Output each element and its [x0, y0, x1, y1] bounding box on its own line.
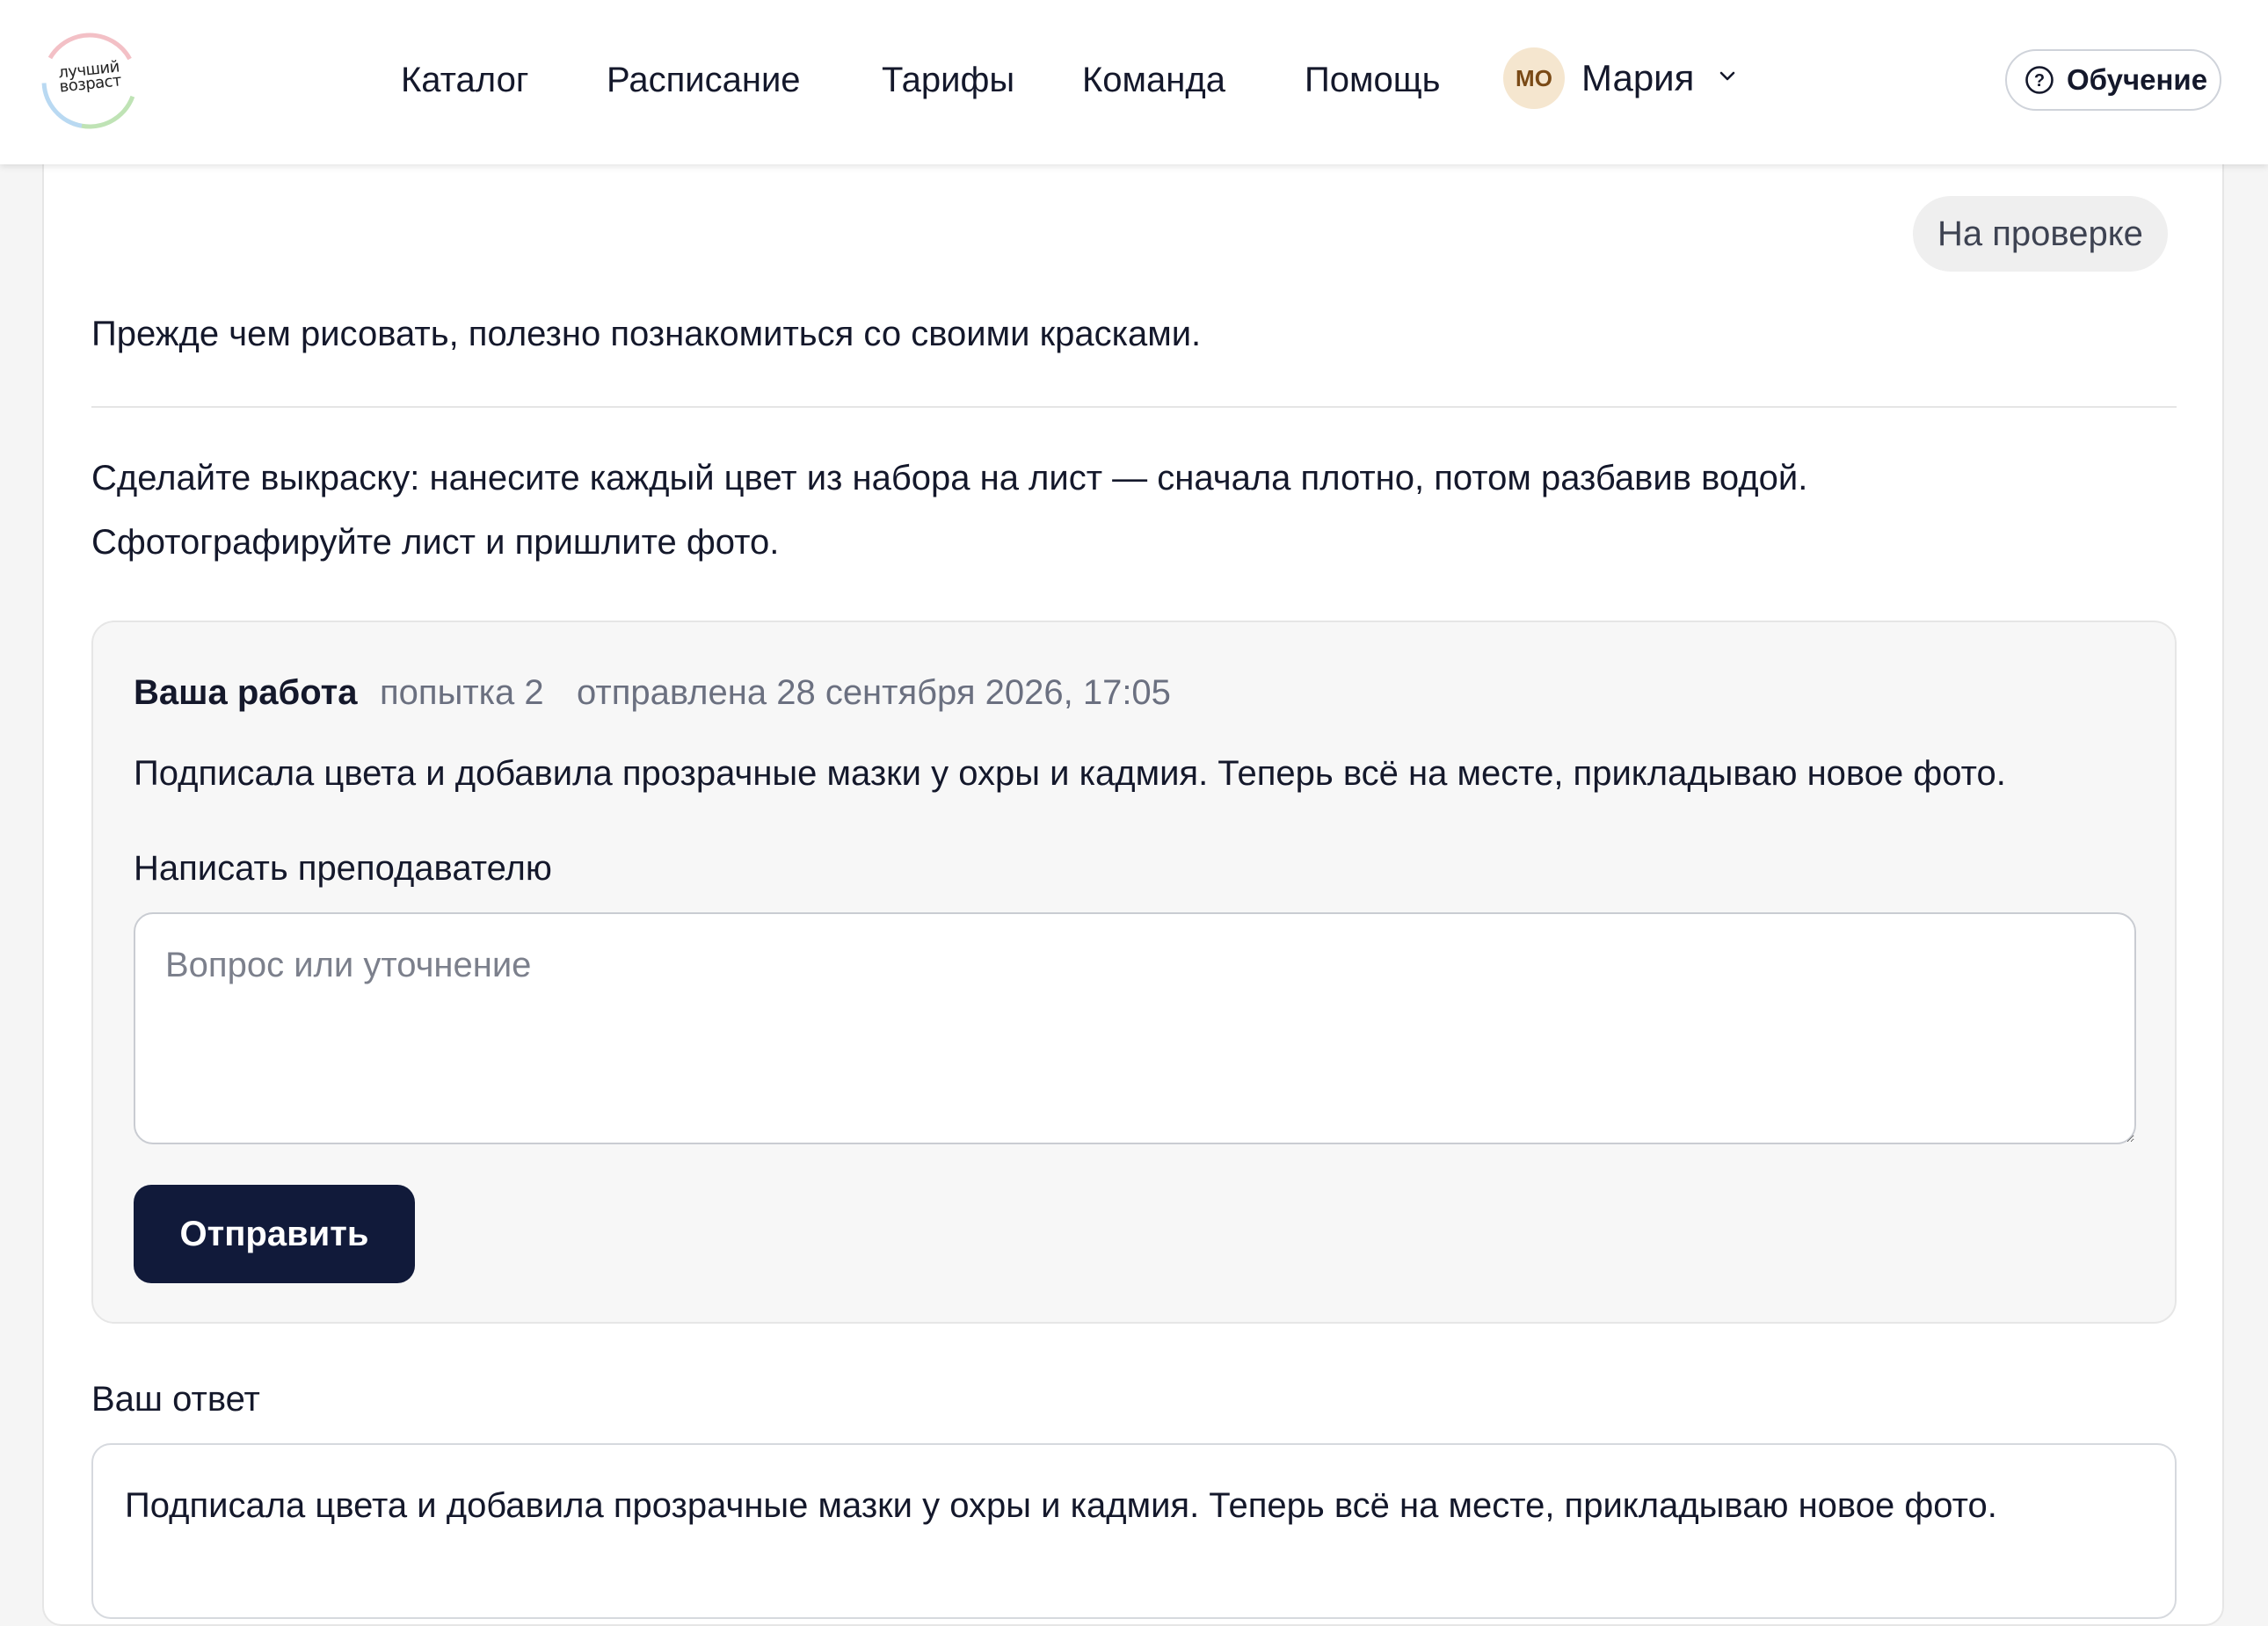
nav-schedule[interactable]: Расписание: [607, 54, 801, 105]
task-description-line-1: Сделайте выкраску: нанесите каждый цвет …: [91, 459, 1808, 497]
message-textarea[interactable]: [134, 912, 2136, 1144]
task-intro: Прежде чем рисовать, полезно познакомить…: [91, 315, 1202, 353]
submission-text: Подписала цвета и добавила прозрачные ма…: [134, 754, 2006, 793]
status-badge: На проверке: [1913, 196, 2168, 272]
nav-pricing[interactable]: Тарифы: [882, 54, 1014, 105]
user-name[interactable]: Мария: [1581, 53, 1694, 104]
task-description-line-2: Сфотографируйте лист и пришлите фото.: [91, 523, 780, 562]
submission-attempt: попытка 2: [380, 673, 544, 712]
message-label: Написать преподавателю: [134, 849, 552, 888]
learn-button-label: Обучение: [2067, 63, 2208, 96]
answer-label: Ваш ответ: [91, 1380, 260, 1419]
nav-team[interactable]: Команда: [1082, 54, 1225, 105]
help-circle-icon: ?: [2025, 66, 2054, 94]
answer-box: [91, 1443, 2177, 1619]
send-button[interactable]: Отправить: [134, 1185, 415, 1283]
submission-title: Ваша работа: [134, 673, 358, 712]
chevron-down-icon[interactable]: [1716, 65, 1739, 88]
submission-date: отправлена 28 сентября 2026, 17:05: [577, 673, 1171, 712]
nav-catalog[interactable]: Каталог: [401, 54, 528, 105]
top-header: лучший возраст Каталог Расписание Тарифы…: [0, 0, 2268, 164]
answer-text: Подписала цвета и добавила прозрачные ма…: [125, 1486, 1997, 1525]
avatar[interactable]: МО: [1503, 47, 1565, 109]
divider: [91, 406, 2177, 408]
nav-help[interactable]: Помощь: [1305, 54, 1441, 105]
logo[interactable]: лучший возраст: [39, 30, 141, 132]
svg-text:?: ?: [2034, 71, 2045, 91]
learn-button[interactable]: ? Обучение: [2005, 49, 2221, 111]
